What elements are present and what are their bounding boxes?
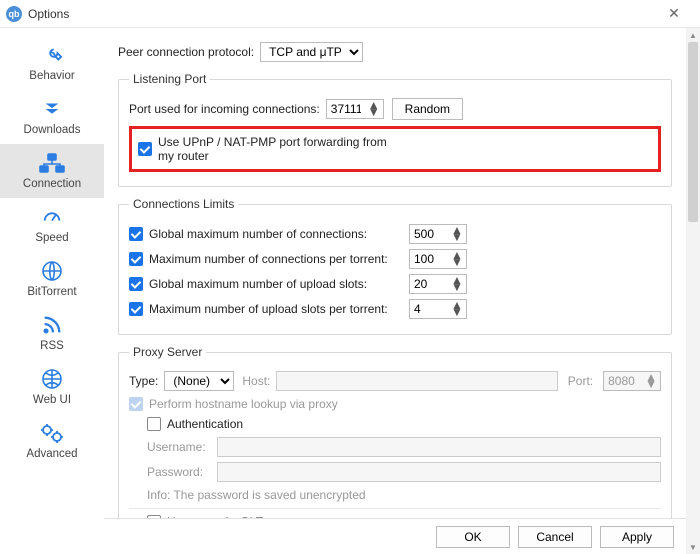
main-wrap: Peer connection protocol: TCP and μTP Li… — [104, 28, 700, 554]
footer: OK Cancel Apply — [104, 518, 686, 554]
spinner-arrows-icon[interactable]: ▲▼ — [448, 302, 466, 316]
sidebar-item-downloads[interactable]: Downloads — [0, 90, 104, 144]
gauge-icon — [36, 204, 68, 230]
globe-icon — [36, 258, 68, 284]
listening-port-input[interactable]: ▲▼ — [326, 99, 384, 119]
main-scroll: Peer connection protocol: TCP and μTP Li… — [104, 28, 686, 518]
torrent-max-conn-input[interactable]: ▲▼ — [409, 249, 467, 269]
download-icon — [36, 96, 68, 122]
upnp-checkbox[interactable] — [138, 142, 152, 156]
spinner-arrows-icon[interactable]: ▲▼ — [448, 277, 466, 291]
spinner-arrows-icon[interactable]: ▲▼ — [448, 252, 466, 266]
proxy-lookup-checkbox — [129, 397, 143, 411]
random-port-button[interactable]: Random — [392, 98, 463, 120]
sidebar-item-bittorrent[interactable]: BitTorrent — [0, 252, 104, 306]
proxy-type-row: Type: (None) Host: Port: ▲▼ — [129, 371, 661, 391]
upnp-label: Use UPnP / NAT-PMP port forwarding from … — [158, 135, 398, 163]
proxy-type-label: Type: — [129, 374, 158, 388]
sidebar-item-connection[interactable]: Connection — [0, 144, 104, 198]
scroll-thumb[interactable] — [688, 42, 698, 222]
spinner-arrows-icon[interactable]: ▲▼ — [642, 374, 660, 388]
torrent-max-slots-row: Maximum number of upload slots per torre… — [129, 299, 661, 319]
proxy-auth-row: Authentication — [147, 417, 661, 431]
proxy-username-input[interactable] — [217, 437, 661, 457]
spinner-arrows-icon[interactable]: ▲▼ — [448, 227, 466, 241]
proxy-server-group: Proxy Server Type: (None) Host: Port: ▲▼… — [118, 345, 672, 518]
close-button[interactable]: ✕ — [654, 5, 694, 22]
connections-limits-group: Connections Limits Global maximum number… — [118, 197, 672, 335]
scroll-track[interactable] — [686, 42, 700, 540]
proxy-port-label: Port: — [568, 374, 593, 388]
rss-icon — [36, 312, 68, 338]
proxy-password-input[interactable] — [217, 462, 661, 482]
proxy-server-legend: Proxy Server — [129, 345, 206, 359]
global-max-conn-checkbox[interactable] — [129, 227, 143, 241]
global-max-slots-row: Global maximum number of upload slots: ▲… — [129, 274, 661, 294]
window-title: Options — [28, 7, 654, 21]
proxy-host-label: Host: — [242, 374, 270, 388]
proxy-username-row: Username: — [147, 437, 661, 457]
peer-protocol-row: Peer connection protocol: TCP and μTP — [118, 42, 672, 62]
listening-port-legend: Listening Port — [129, 72, 210, 86]
titlebar: qb Options ✕ — [0, 0, 700, 28]
proxy-auth-checkbox[interactable] — [147, 417, 161, 431]
cancel-button[interactable]: Cancel — [518, 526, 592, 548]
torrent-max-slots-input[interactable]: ▲▼ — [409, 299, 467, 319]
upnp-row: Use UPnP / NAT-PMP port forwarding from … — [138, 135, 398, 163]
apply-button[interactable]: Apply — [600, 526, 674, 548]
app-icon: qb — [6, 6, 22, 22]
proxy-info-text: Info: The password is saved unencrypted — [147, 488, 661, 502]
peer-protocol-label: Peer connection protocol: — [118, 45, 254, 59]
sidebar-item-advanced[interactable]: Advanced — [0, 414, 104, 468]
connections-limits-legend: Connections Limits — [129, 197, 238, 211]
vertical-scrollbar[interactable]: ▲ ▼ — [686, 28, 700, 554]
global-max-conn-input[interactable]: ▲▼ — [409, 224, 467, 244]
listening-port-row: Port used for incoming connections: ▲▼ R… — [129, 98, 661, 120]
sidebar-item-rss[interactable]: RSS — [0, 306, 104, 360]
scroll-up-icon[interactable]: ▲ — [686, 28, 700, 42]
proxy-port-input[interactable]: ▲▼ — [603, 371, 661, 391]
proxy-password-row: Password: — [147, 462, 661, 482]
spinner-arrows-icon[interactable]: ▲▼ — [365, 102, 383, 116]
sidebar-item-behavior[interactable]: Behavior — [0, 36, 104, 90]
global-max-slots-checkbox[interactable] — [129, 277, 143, 291]
proxy-type-select[interactable]: (None) — [164, 371, 234, 391]
sidebar: Behavior Downloads Connection Speed BitT… — [0, 28, 104, 554]
content: Behavior Downloads Connection Speed BitT… — [0, 28, 700, 554]
listening-port-group: Listening Port Port used for incoming co… — [118, 72, 672, 187]
proxy-lookup-row: Perform hostname lookup via proxy — [129, 397, 661, 411]
gears-icon — [36, 420, 68, 446]
torrent-max-slots-checkbox[interactable] — [129, 302, 143, 316]
sidebar-item-webui[interactable]: Web UI — [0, 360, 104, 414]
global-max-slots-input[interactable]: ▲▼ — [409, 274, 467, 294]
scroll-down-icon[interactable]: ▼ — [686, 540, 700, 554]
global-max-conn-row: Global maximum number of connections: ▲▼ — [129, 224, 661, 244]
ok-button[interactable]: OK — [436, 526, 510, 548]
torrent-max-conn-checkbox[interactable] — [129, 252, 143, 266]
main: Peer connection protocol: TCP and μTP Li… — [104, 28, 686, 554]
proxy-host-input[interactable] — [276, 371, 557, 391]
highlight-box: Use UPnP / NAT-PMP port forwarding from … — [129, 126, 661, 172]
divider — [129, 508, 661, 509]
torrent-max-conn-row: Maximum number of connections per torren… — [129, 249, 661, 269]
peer-protocol-select[interactable]: TCP and μTP — [260, 42, 363, 62]
wrench-icon — [36, 42, 68, 68]
listening-port-label: Port used for incoming connections: — [129, 102, 320, 116]
globe-grid-icon — [36, 366, 68, 392]
network-icon — [36, 150, 68, 176]
sidebar-item-speed[interactable]: Speed — [0, 198, 104, 252]
